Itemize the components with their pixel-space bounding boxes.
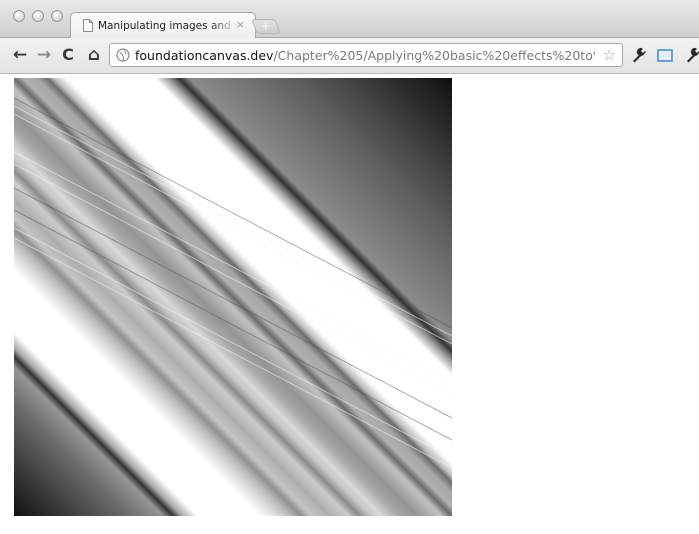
home-button[interactable]: ⌂ xyxy=(84,44,104,66)
page-icon[interactable] xyxy=(656,46,674,64)
zoom-window-button[interactable] xyxy=(51,10,63,22)
tab-strip: Manipulating images and video × + xyxy=(0,0,699,39)
minimize-window-button[interactable] xyxy=(32,10,44,22)
browser-window: Manipulating images and video × + ← → C … xyxy=(0,0,699,534)
address-bar[interactable]: foundationcanvas.dev/Chapter%205/Applyin… xyxy=(109,43,623,67)
forward-button[interactable]: → xyxy=(34,44,54,66)
tab-title: Manipulating images and video xyxy=(98,20,238,32)
close-window-button[interactable] xyxy=(13,10,25,22)
plus-icon: + xyxy=(260,19,271,33)
wrench-icon[interactable] xyxy=(630,46,648,64)
url-text: foundationcanvas.dev/Chapter%205/Applyin… xyxy=(135,48,595,63)
tab-close-icon[interactable]: × xyxy=(236,18,245,32)
url-host: foundationcanvas.dev xyxy=(135,48,274,63)
striped-image xyxy=(14,78,452,516)
bookmark-star-icon[interactable]: ☆ xyxy=(603,46,616,64)
reload-button[interactable]: C xyxy=(58,44,78,66)
toolbar: ← → C ⌂ foundationcanvas.dev/Chapter%205… xyxy=(0,38,699,74)
document-icon xyxy=(83,19,93,32)
new-tab-button[interactable]: + xyxy=(251,19,281,34)
settings-icon[interactable] xyxy=(684,46,699,64)
tab-manipulating-images[interactable]: Manipulating images and video × xyxy=(70,12,256,39)
page-viewport xyxy=(0,74,699,534)
back-button[interactable]: ← xyxy=(10,44,30,66)
globe-icon xyxy=(116,48,130,62)
canvas-image xyxy=(14,78,452,516)
url-path: /Chapter%205/Applying%20basic%20effects%… xyxy=(273,48,595,63)
